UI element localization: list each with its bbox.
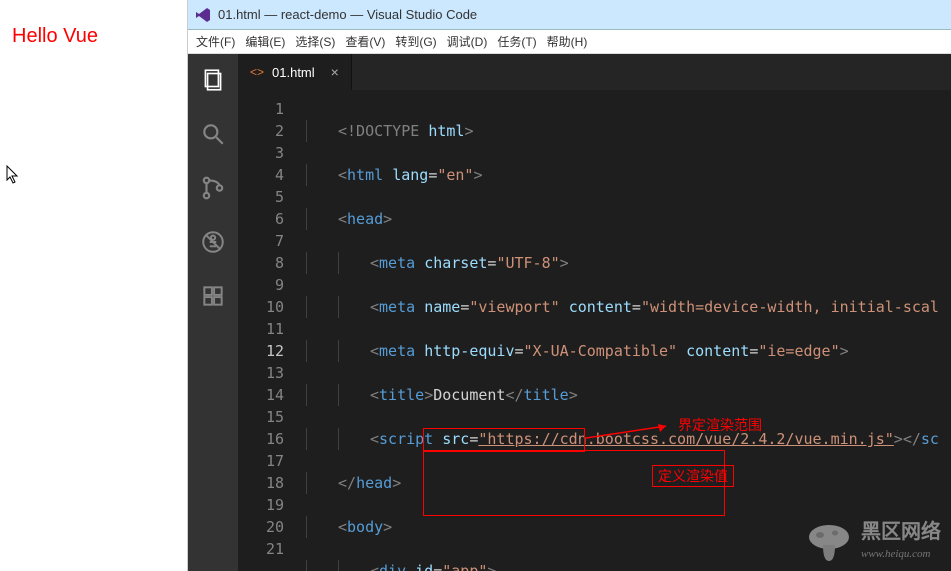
editor-main: <> 01.html × 123456789101112131415161718… — [188, 54, 951, 571]
menu-help[interactable]: 帮助(H) — [547, 33, 588, 50]
html-file-icon: <> — [250, 65, 264, 79]
menu-file[interactable]: 文件(F) — [196, 33, 235, 50]
code-line: <script src="https://cdn.bootcss.com/vue… — [306, 428, 951, 450]
menu-tasks[interactable]: 任务(T) — [497, 33, 536, 50]
window-title: 01.html — react-demo — Visual Studio Cod… — [218, 7, 477, 22]
tab-01html[interactable]: <> 01.html × — [238, 54, 352, 90]
search-icon[interactable] — [199, 120, 227, 148]
code-line: <meta name="viewport" content="width=dev… — [306, 296, 951, 318]
tab-bar: <> 01.html × — [238, 54, 951, 90]
watermark: 黑区网络www.heiqu.com — [805, 521, 941, 565]
mushroom-icon — [805, 523, 853, 563]
vscode-window: 01.html — react-demo — Visual Studio Cod… — [187, 0, 951, 571]
menu-edit[interactable]: 编辑(E) — [245, 33, 285, 50]
code-content[interactable]: <!DOCTYPE html> <html lang="en"> <head> … — [298, 90, 951, 571]
title-bar: 01.html — react-demo — Visual Studio Cod… — [188, 0, 951, 30]
tab-label: 01.html — [272, 65, 315, 80]
source-control-icon[interactable] — [199, 174, 227, 202]
menu-debug[interactable]: 调试(D) — [447, 33, 488, 50]
extensions-icon[interactable] — [199, 282, 227, 310]
code-line: <html lang="en"> — [306, 164, 951, 186]
close-icon[interactable]: × — [331, 64, 339, 80]
code-line: <meta http-equiv="X-UA-Compatible" conte… — [306, 340, 951, 362]
code-line: <head> — [306, 208, 951, 230]
code-line: <meta charset="UTF-8"> — [306, 252, 951, 274]
editor-area: <> 01.html × 123456789101112131415161718… — [238, 54, 951, 571]
code-line: </head> — [306, 472, 951, 494]
menu-select[interactable]: 选择(S) — [295, 33, 335, 50]
preview-output: Hello Vue — [12, 25, 175, 48]
browser-preview: Hello Vue — [0, 0, 187, 571]
explorer-icon[interactable] — [199, 66, 227, 94]
code-editor[interactable]: 123456789101112131415161718192021 <!DOCT… — [238, 90, 951, 571]
code-line: <!DOCTYPE html> — [306, 120, 951, 142]
line-gutter: 123456789101112131415161718192021 — [238, 90, 298, 571]
debug-icon[interactable] — [199, 228, 227, 256]
mouse-cursor-icon — [6, 165, 20, 190]
activity-bar — [188, 54, 238, 571]
code-line: <title>Document</title> — [306, 384, 951, 406]
menu-bar: 文件(F) 编辑(E) 选择(S) 查看(V) 转到(G) 调试(D) 任务(T… — [188, 30, 951, 54]
menu-view[interactable]: 查看(V) — [345, 33, 385, 50]
vscode-logo-icon — [194, 6, 212, 24]
menu-goto[interactable]: 转到(G) — [395, 33, 436, 50]
